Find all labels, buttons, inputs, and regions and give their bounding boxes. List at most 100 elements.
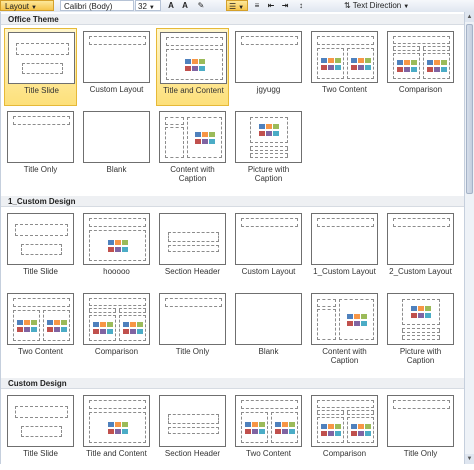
placeholder-box [13, 298, 70, 307]
layout-option[interactable]: Title Slide [4, 210, 77, 288]
content-placeholder-icons [16, 319, 37, 332]
placeholder-box [393, 46, 420, 51]
layout-option[interactable]: Title and Content [156, 28, 229, 106]
numbering-button[interactable]: ≡ [252, 0, 262, 11]
layout-option[interactable]: Title Only [156, 290, 229, 368]
layout-option[interactable]: Comparison [80, 290, 153, 368]
placeholder-box [166, 37, 223, 46]
layout-option[interactable]: Two Content [308, 28, 381, 106]
grow-font-button[interactable]: A [166, 0, 176, 11]
layout-thumbnail [8, 32, 75, 84]
layout-option[interactable]: Comparison [384, 28, 457, 106]
shrink-font-button[interactable]: A [180, 0, 190, 11]
placeholder-box [22, 63, 63, 74]
layout-label: Comparison [398, 85, 443, 94]
placeholder-box [89, 308, 116, 313]
placeholder-box [317, 400, 374, 408]
layout-option[interactable]: Title Only [4, 108, 77, 186]
layout-label: 2_Custom Layout [389, 267, 452, 276]
placeholder-box [165, 298, 222, 307]
layout-option[interactable]: Two Content [232, 392, 305, 470]
layout-thumbnail [159, 213, 226, 265]
layout-label: Comparison [94, 347, 139, 356]
content-placeholder-icons [426, 60, 447, 72]
layout-option[interactable]: Picture with Caption [384, 290, 457, 368]
layout-thumbnail [159, 293, 226, 345]
line-spacing-icon: ↕ [299, 1, 303, 10]
increase-indent-icon: ⇥ [281, 1, 289, 10]
layout-label: Two Content [322, 85, 367, 94]
text-direction-icon: ⇅ [344, 1, 353, 10]
content-placeholder-icons [107, 421, 128, 434]
font-size-value: 32 [138, 2, 147, 11]
layout-option[interactable]: 2_Custom Layout [384, 210, 457, 288]
content-placeholder-icons [184, 58, 205, 71]
font-name-box[interactable]: Calibri (Body) [60, 0, 134, 11]
layout-option[interactable]: Title Slide [4, 392, 77, 470]
numbering-icon: ≡ [254, 1, 260, 10]
grow-font-icon: A [168, 1, 174, 10]
gallery-scrollbar[interactable]: ▲ ▼ [464, 12, 474, 464]
scroll-down-icon[interactable]: ▼ [465, 454, 474, 464]
placeholder-box [250, 146, 288, 151]
placeholder-box [317, 36, 374, 45]
layout-label: hooooo [103, 267, 130, 276]
decrease-indent-button[interactable]: ⇤ [266, 0, 276, 11]
section-header-2: Custom Design [1, 378, 464, 389]
layout-thumbnail [311, 31, 378, 83]
placeholder-box [423, 46, 450, 51]
layout-option[interactable]: Comparison [308, 392, 381, 470]
line-spacing-button[interactable]: ↕ [296, 0, 306, 11]
placeholder-box [165, 117, 184, 125]
scroll-up-icon[interactable]: ▲ [465, 12, 474, 22]
layout-option[interactable]: 1_Custom Layout [308, 210, 381, 288]
layout-option[interactable]: Picture with Caption [232, 108, 305, 186]
layout-option[interactable]: Title and Content [80, 392, 153, 470]
layout-dropdown[interactable]: Layout ▼ [0, 0, 54, 11]
layout-option[interactable]: Two Content [4, 290, 77, 368]
placeholder-box [119, 308, 146, 313]
layout-thumbnail [311, 293, 378, 345]
increase-indent-button[interactable]: ⇥ [280, 0, 290, 11]
placeholder-box [168, 245, 219, 252]
placeholder-box [168, 427, 219, 434]
layout-option[interactable]: Blank [80, 108, 153, 186]
layout-option[interactable]: Custom Layout [80, 28, 153, 106]
font-name-value: Calibri (Body) [64, 2, 113, 11]
layout-option[interactable]: Custom Layout [232, 210, 305, 288]
shrink-font-icon: A [182, 1, 188, 10]
font-size-box[interactable]: 32 ▼ [135, 0, 161, 11]
layout-thumbnail [235, 293, 302, 345]
bullets-icon: ☰ [229, 2, 237, 11]
layout-option[interactable]: hooooo [80, 210, 153, 288]
placeholder-box [89, 400, 146, 409]
scrollbar-thumb[interactable] [466, 24, 473, 194]
chevron-down-icon: ▼ [238, 5, 245, 11]
placeholder-box [393, 36, 450, 44]
layout-thumbnail [83, 111, 150, 163]
layout-label: 1_Custom Layout [313, 267, 376, 276]
layout-thumbnail [7, 293, 74, 345]
layout-thumbnail [7, 111, 74, 163]
layout-option[interactable]: Content with Caption [156, 108, 229, 186]
layout-option[interactable]: Title Slide [4, 28, 77, 106]
layout-option[interactable]: Content with Caption [308, 290, 381, 368]
layout-option[interactable]: Title Only [384, 392, 457, 470]
layout-option[interactable]: Blank [232, 290, 305, 368]
bullets-button[interactable]: ☰ ▼ [226, 0, 248, 11]
layout-option[interactable]: Section Header [156, 210, 229, 288]
placeholder-box [317, 309, 336, 340]
text-direction-button[interactable]: ⇅ Text Direction ▼ [344, 0, 424, 11]
clear-formatting-button[interactable]: ✎ [196, 0, 206, 11]
layout-thumbnail [83, 293, 150, 345]
layout-option[interactable]: jgyugg [232, 28, 305, 106]
placeholder-box [317, 410, 344, 415]
layout-thumbnail [235, 111, 302, 163]
content-placeholder-icons [396, 60, 417, 72]
placeholder-box [393, 400, 450, 409]
layout-label: Content with Caption [170, 165, 215, 183]
chevron-down-icon: ▼ [403, 4, 410, 10]
layout-option[interactable]: Section Header [156, 392, 229, 470]
layout-label: Content with Caption [322, 347, 367, 365]
content-placeholder-icons [194, 131, 215, 144]
